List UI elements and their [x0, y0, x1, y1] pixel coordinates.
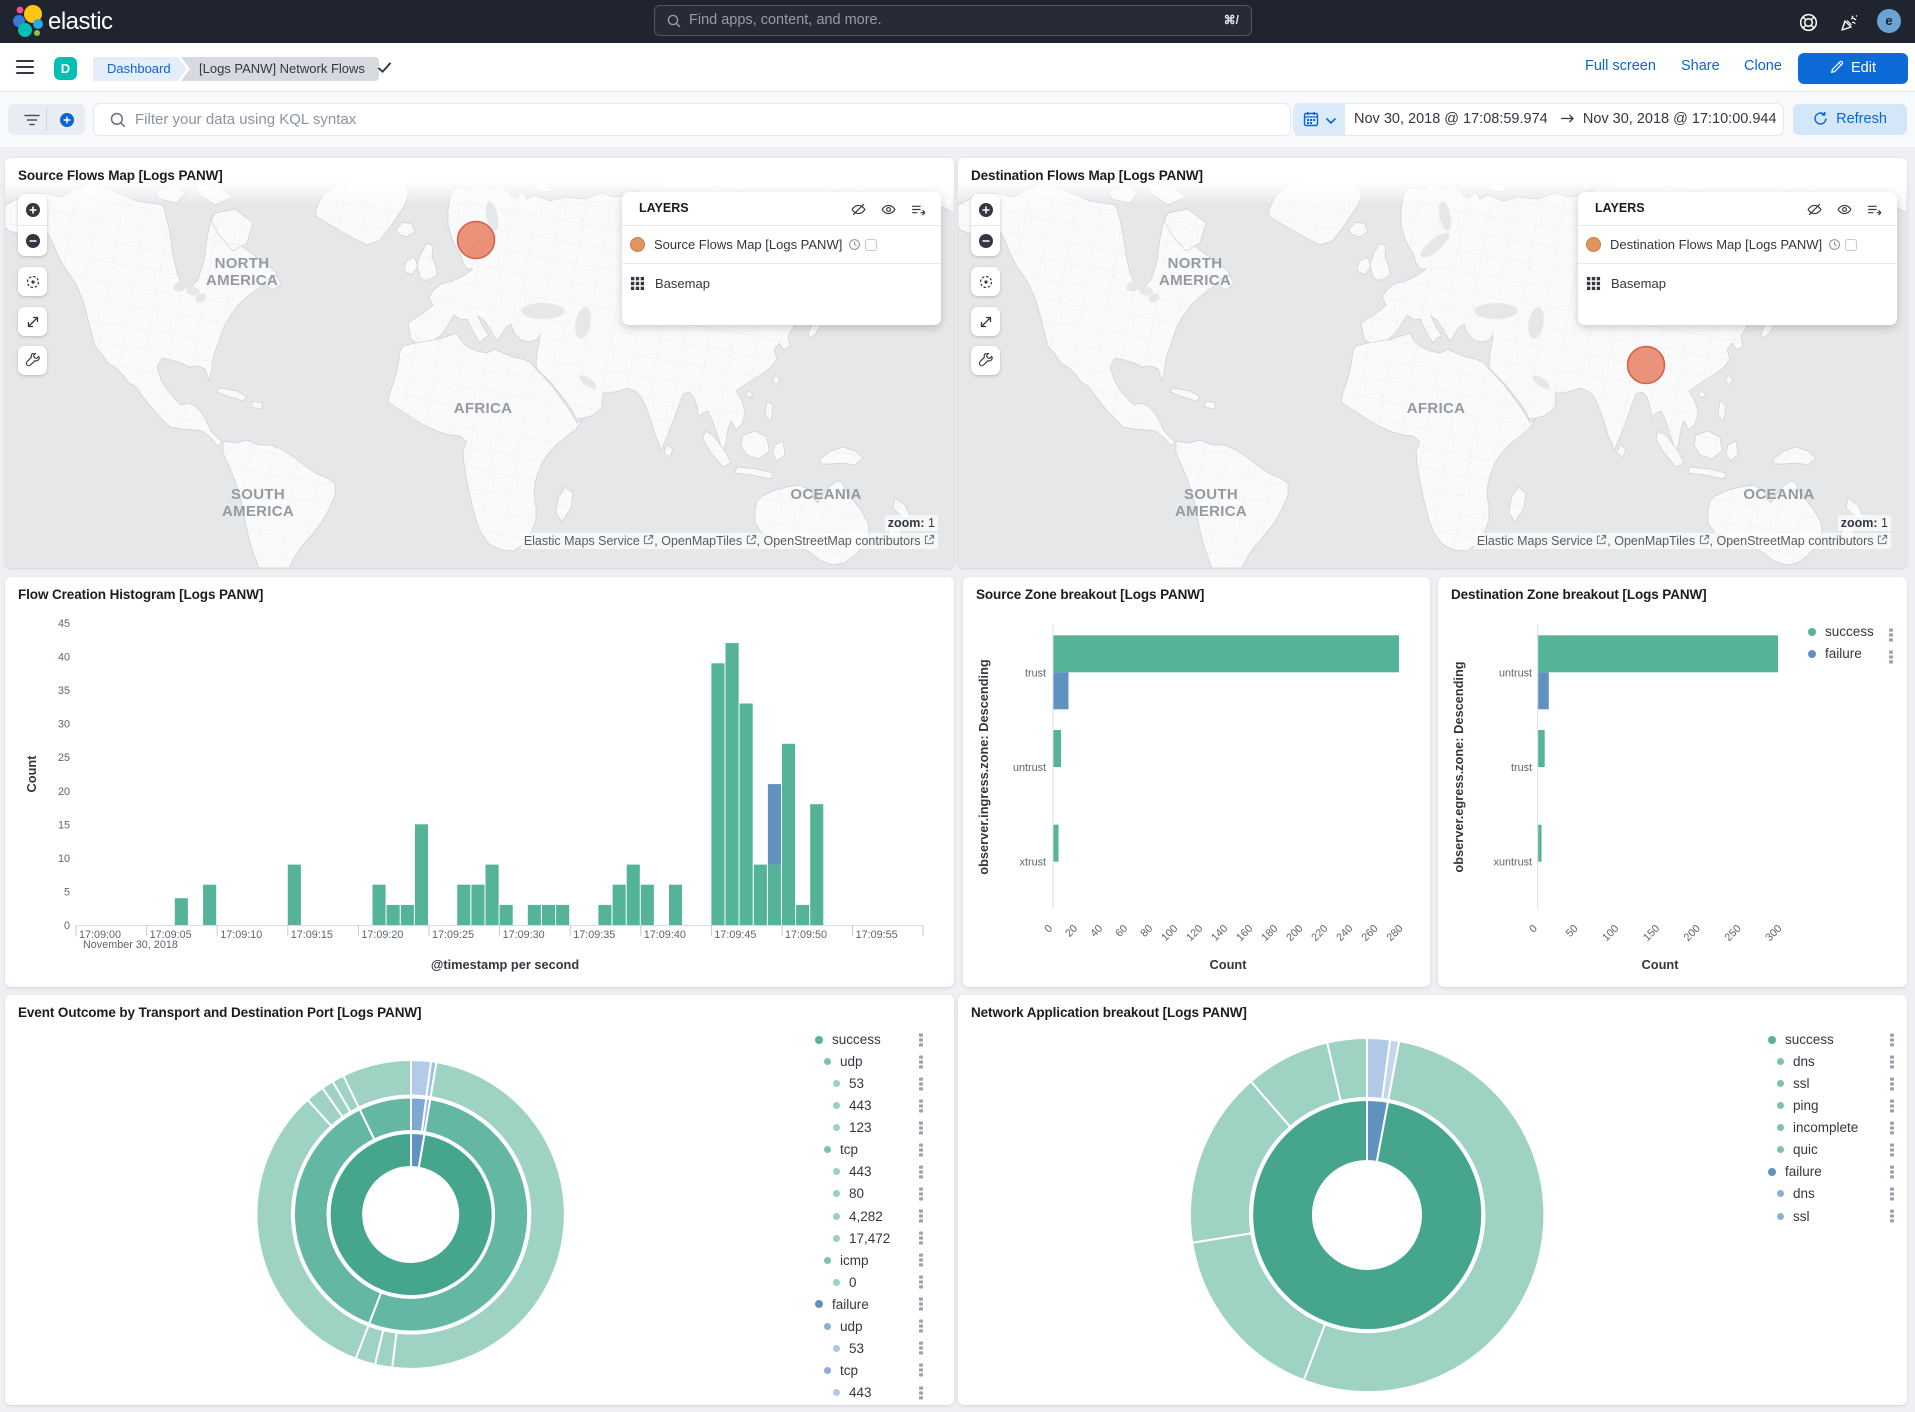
svg-text:60: 60: [1113, 923, 1130, 940]
svg-text:220: 220: [1309, 923, 1330, 944]
svg-text:SOUTH: SOUTH: [231, 486, 285, 503]
svg-text:Count: Count: [24, 755, 39, 793]
svg-text:15: 15: [58, 819, 70, 831]
svg-text:AMERICA: AMERICA: [1159, 272, 1231, 289]
svg-text:5: 5: [64, 886, 70, 898]
svg-text:untrust: untrust: [1499, 667, 1532, 679]
svg-text:80: 80: [1138, 923, 1155, 940]
svg-text:40: 40: [1088, 923, 1105, 940]
svg-text:trust: trust: [1511, 762, 1532, 774]
svg-text:45: 45: [58, 618, 70, 630]
svg-text:240: 240: [1334, 923, 1355, 944]
svg-text:OCEANIA: OCEANIA: [1743, 486, 1814, 503]
svg-text:200: 200: [1682, 923, 1703, 944]
svg-text:AMERICA: AMERICA: [222, 503, 294, 520]
svg-text:xuntrust: xuntrust: [1494, 857, 1532, 869]
svg-text:25: 25: [58, 752, 70, 764]
svg-text:untrust: untrust: [1013, 762, 1046, 774]
svg-text:0: 0: [1527, 923, 1540, 936]
svg-text:150: 150: [1641, 923, 1662, 944]
svg-text:AMERICA: AMERICA: [206, 272, 278, 289]
svg-text:17:09:50: 17:09:50: [785, 929, 827, 941]
svg-text:260: 260: [1359, 923, 1380, 944]
svg-text:160: 160: [1234, 923, 1255, 944]
svg-text:AFRICA: AFRICA: [454, 400, 512, 417]
svg-text:20: 20: [1063, 923, 1080, 940]
svg-text:17:09:45: 17:09:45: [714, 929, 756, 941]
svg-text:40: 40: [58, 652, 70, 664]
svg-text:250: 250: [1722, 923, 1743, 944]
svg-text:@timestamp per second: @timestamp per second: [431, 957, 579, 972]
svg-text:180: 180: [1259, 923, 1280, 944]
svg-text:120: 120: [1184, 923, 1205, 944]
svg-text:observer.ingress.zone: Descend: observer.ingress.zone: Descending: [976, 659, 991, 875]
svg-text:17:09:55: 17:09:55: [856, 929, 898, 941]
svg-text:0: 0: [1042, 923, 1055, 936]
svg-text:0: 0: [64, 920, 70, 932]
svg-text:SOUTH: SOUTH: [1184, 486, 1238, 503]
svg-text:17:09:35: 17:09:35: [573, 929, 615, 941]
svg-text:17:09:20: 17:09:20: [361, 929, 403, 941]
svg-text:observer.egress.zone: Descendi: observer.egress.zone: Descending: [1451, 661, 1466, 872]
svg-text:17:09:10: 17:09:10: [220, 929, 262, 941]
svg-text:17:09:25: 17:09:25: [432, 929, 474, 941]
svg-text:140: 140: [1209, 923, 1230, 944]
svg-text:50: 50: [1564, 923, 1581, 940]
svg-text:35: 35: [58, 685, 70, 697]
svg-text:280: 280: [1384, 923, 1405, 944]
svg-text:17:09:30: 17:09:30: [503, 929, 545, 941]
svg-text:NORTH: NORTH: [1168, 255, 1223, 272]
svg-text:30: 30: [58, 719, 70, 731]
svg-text:OCEANIA: OCEANIA: [790, 486, 861, 503]
svg-text:Count: Count: [1210, 957, 1248, 972]
svg-text:November 30, 2018: November 30, 2018: [83, 939, 178, 951]
svg-text:Count: Count: [1642, 957, 1680, 972]
svg-text:17:09:40: 17:09:40: [644, 929, 686, 941]
svg-text:AMERICA: AMERICA: [1175, 503, 1247, 520]
svg-text:17:09:15: 17:09:15: [291, 929, 333, 941]
svg-text:trust: trust: [1025, 667, 1046, 679]
svg-text:10: 10: [58, 853, 70, 865]
svg-text:300: 300: [1763, 923, 1784, 944]
svg-text:100: 100: [1159, 923, 1180, 944]
svg-text:200: 200: [1284, 923, 1305, 944]
svg-text:20: 20: [58, 786, 70, 798]
svg-text:NORTH: NORTH: [215, 255, 270, 272]
svg-text:xtrust: xtrust: [1020, 857, 1046, 869]
svg-text:100: 100: [1600, 923, 1621, 944]
svg-text:AFRICA: AFRICA: [1407, 400, 1465, 417]
